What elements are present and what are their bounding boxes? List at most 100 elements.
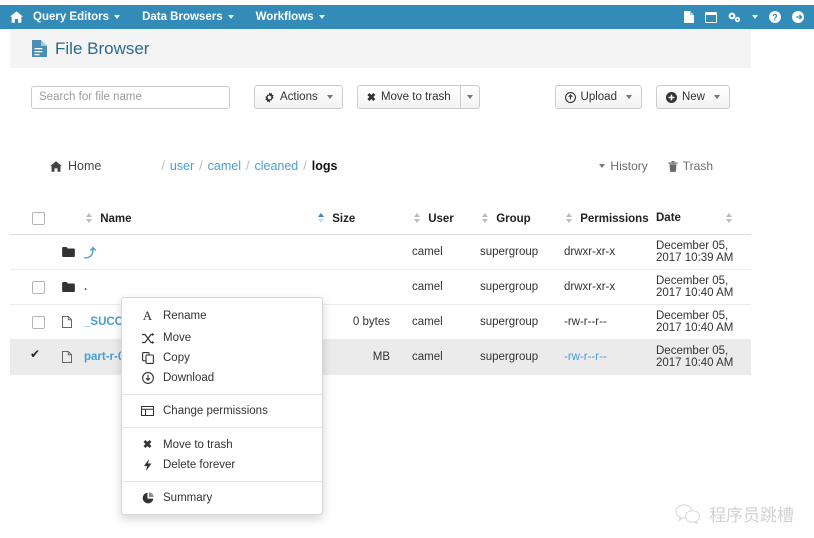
context-menu-item-move-to-trash[interactable]: ✖ Move to trash bbox=[122, 434, 322, 455]
row-user-cell: camel bbox=[398, 304, 480, 340]
row-checkbox[interactable] bbox=[30, 347, 43, 363]
window-icon[interactable] bbox=[705, 11, 717, 23]
upload-button[interactable]: Upload bbox=[554, 85, 642, 109]
select-all-header[interactable] bbox=[10, 204, 62, 235]
icon-header bbox=[62, 204, 84, 235]
row-size-cell bbox=[316, 269, 398, 305]
breadcrumb-item-camel[interactable]: camel bbox=[208, 159, 241, 173]
sort-icon-permissions[interactable] bbox=[564, 212, 573, 223]
move-to-trash-dropdown-toggle[interactable] bbox=[460, 85, 480, 109]
column-label-size: Size bbox=[332, 212, 356, 225]
breadcrumb-item-logs[interactable]: logs bbox=[312, 159, 338, 173]
history-button[interactable]: History bbox=[599, 159, 648, 173]
breadcrumb-separator: / bbox=[245, 159, 250, 173]
new-button[interactable]: New bbox=[655, 85, 730, 109]
help-circle-icon[interactable]: ? bbox=[769, 11, 781, 23]
navbar-home-icon[interactable] bbox=[10, 11, 23, 23]
caret-down-icon bbox=[599, 164, 606, 168]
list-table-icon bbox=[141, 406, 154, 416]
gear-icon bbox=[264, 91, 275, 103]
row-date-cell: December 05, 2017 10:39 AM bbox=[656, 234, 751, 270]
context-menu-label: Summary bbox=[163, 492, 213, 504]
chevron-down-icon bbox=[625, 95, 632, 99]
row-icon-cell bbox=[62, 269, 84, 305]
logout-icon[interactable] bbox=[792, 11, 804, 23]
row-permissions-cell[interactable]: drwxr-xr-x bbox=[564, 269, 656, 305]
actions-dropdown-button[interactable]: Actions bbox=[254, 85, 343, 109]
context-menu-item-summary[interactable]: Summary bbox=[122, 488, 322, 508]
context-menu-item-change-permissions[interactable]: Change permissions bbox=[122, 401, 322, 421]
column-header-user[interactable]: User bbox=[398, 204, 480, 235]
page-title-text: File Browser bbox=[55, 38, 150, 58]
column-header-size[interactable]: Size bbox=[316, 204, 398, 235]
sort-icon-size[interactable] bbox=[316, 212, 325, 223]
history-label: History bbox=[610, 159, 648, 173]
column-header-name[interactable]: Name bbox=[84, 204, 316, 235]
row-name-cell[interactable]: ⤴ bbox=[84, 234, 316, 270]
navbar-menu-query-editors[interactable]: Query Editors bbox=[33, 11, 121, 23]
plus-circle-icon bbox=[665, 91, 677, 103]
navbar-menu-data-browsers[interactable]: Data Browsers bbox=[142, 11, 234, 23]
move-to-trash-button[interactable]: ✖ Move to trash bbox=[356, 85, 461, 109]
row-group-cell: supergroup bbox=[480, 339, 564, 375]
row-date-cell: December 05, 2017 10:40 AM bbox=[656, 304, 751, 340]
gears-icon[interactable] bbox=[728, 12, 741, 23]
row-checkbox[interactable] bbox=[32, 316, 45, 329]
home-icon bbox=[50, 160, 62, 172]
row-icon-cell bbox=[62, 234, 84, 270]
sort-icon-user[interactable] bbox=[412, 212, 421, 223]
breadcrumb-home[interactable]: Home bbox=[50, 159, 101, 173]
trash-button[interactable]: Trash bbox=[668, 159, 713, 173]
file-name-link[interactable]: . bbox=[84, 281, 87, 293]
navbar-menu-workflows[interactable]: Workflows bbox=[256, 11, 325, 23]
row-checkbox-cell[interactable] bbox=[10, 339, 62, 375]
chevron-down-icon bbox=[114, 15, 121, 19]
watermark: 程序员跳槽 bbox=[675, 501, 794, 526]
column-header-date[interactable]: Date bbox=[656, 204, 751, 235]
row-permissions-cell[interactable]: drwxr-xr-x bbox=[564, 234, 656, 270]
column-header-group[interactable]: Group bbox=[480, 204, 564, 235]
column-header-permissions[interactable]: Permissions bbox=[564, 204, 656, 235]
trash-label: Trash bbox=[682, 159, 713, 173]
breadcrumb-item-cleaned[interactable]: cleaned bbox=[254, 159, 298, 173]
table-row[interactable]: ⤴ camel supergroup drwxr-xr-x December 0… bbox=[10, 234, 751, 270]
context-menu-item-download[interactable]: Download bbox=[122, 368, 322, 388]
upload-circle-icon bbox=[564, 91, 576, 103]
trash-icon bbox=[668, 160, 678, 172]
breadcrumb-separator: / bbox=[303, 159, 307, 173]
context-menu-item-delete-forever[interactable]: Delete forever bbox=[122, 455, 322, 475]
select-all-checkbox[interactable] bbox=[32, 212, 45, 225]
bolt-icon bbox=[141, 459, 154, 471]
context-menu: A Rename Move Copy Download Change permi… bbox=[121, 297, 323, 515]
move-to-trash-split-button: ✖ Move to trash bbox=[356, 85, 480, 109]
row-checkbox[interactable] bbox=[32, 281, 45, 294]
document-icon[interactable] bbox=[684, 11, 694, 23]
row-date-cell: December 05, 2017 10:40 AM bbox=[656, 339, 751, 375]
breadcrumb-separator: / bbox=[161, 159, 165, 173]
permissions-link[interactable]: -rw-r--r-- bbox=[564, 351, 607, 363]
breadcrumb-actions: History Trash bbox=[599, 159, 713, 173]
row-permissions-cell[interactable]: -rw-r--r-- bbox=[564, 304, 656, 340]
breadcrumb-item-user[interactable]: user bbox=[170, 159, 194, 173]
context-menu-label: Move bbox=[163, 332, 192, 344]
row-checkbox-cell[interactable] bbox=[10, 304, 62, 340]
shuffle-arrows-icon bbox=[141, 332, 154, 344]
row-permissions-cell[interactable]: -rw-r--r-- bbox=[564, 339, 656, 375]
context-menu-label: Rename bbox=[163, 310, 207, 322]
table-header-row: Name Size User Group Permissions Date bbox=[10, 204, 751, 235]
context-menu-divider bbox=[122, 394, 322, 395]
context-menu-item-rename[interactable]: A Rename bbox=[122, 304, 322, 328]
context-menu-item-move[interactable]: Move bbox=[122, 328, 322, 348]
context-menu-item-copy[interactable]: Copy bbox=[122, 348, 322, 368]
chevron-down-icon[interactable] bbox=[752, 15, 758, 19]
context-menu-label: Change permissions bbox=[163, 405, 268, 417]
sort-icon-group[interactable] bbox=[480, 212, 489, 223]
context-menu-label: Copy bbox=[163, 352, 190, 364]
row-user-cell: camel bbox=[398, 269, 480, 305]
parent-directory-link[interactable]: ⤴ bbox=[84, 246, 96, 260]
search-input[interactable] bbox=[31, 85, 230, 109]
row-checkbox-cell[interactable] bbox=[10, 269, 62, 305]
sort-icon-name[interactable] bbox=[84, 212, 93, 223]
sort-icon-date[interactable] bbox=[724, 213, 733, 223]
chevron-down-icon bbox=[714, 95, 720, 99]
